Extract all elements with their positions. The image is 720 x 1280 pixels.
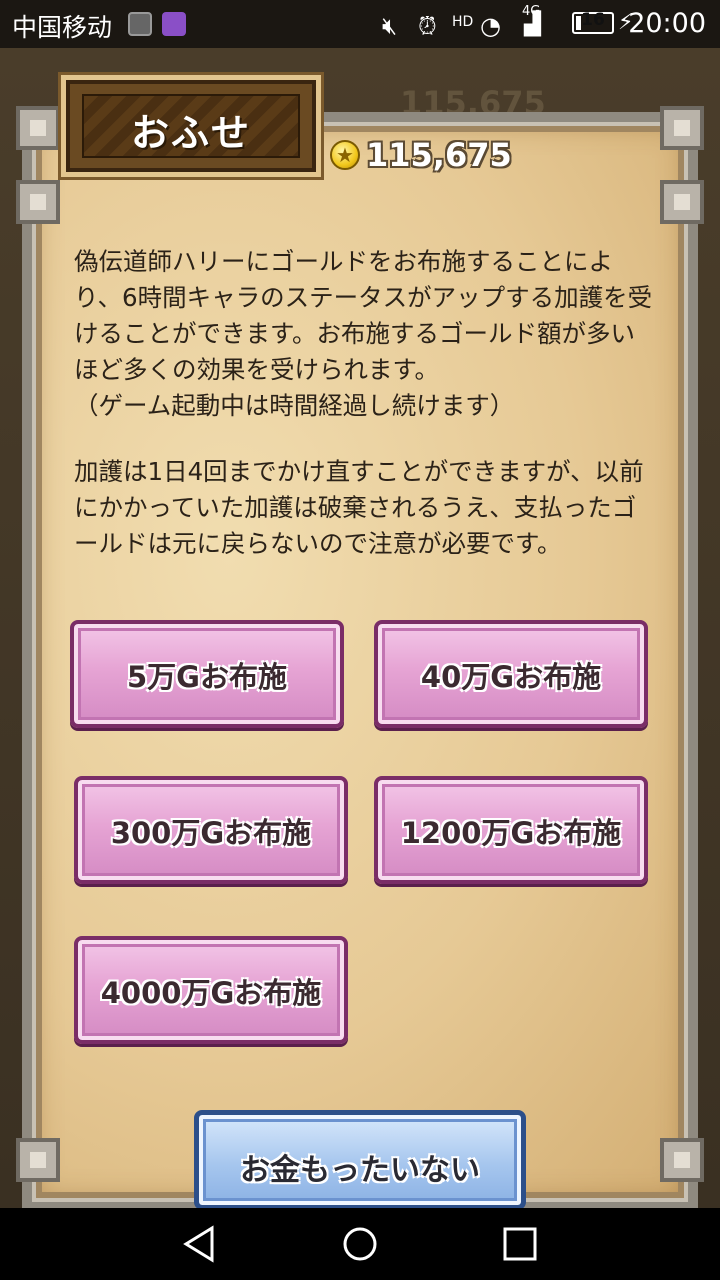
cancel-button-label: お金もったいない — [240, 1153, 480, 1188]
panel-corner-top-right — [660, 106, 704, 150]
hd-badge: HD — [452, 14, 474, 30]
carrier-name: 中国移动 — [12, 13, 113, 42]
mute-icon: 🔇︎ — [382, 12, 398, 40]
signal-icon: ▟ — [524, 12, 541, 37]
offer-button-label: 1200万Gお布施 — [400, 816, 622, 850]
panel-corner-bottom-left — [16, 1138, 60, 1182]
offer-button-400k[interactable]: 40万Gお布施 — [374, 620, 648, 728]
recent-apps-icon[interactable] — [500, 1224, 540, 1264]
back-icon[interactable] — [180, 1224, 220, 1264]
description-paragraph-1: 偽伝道師ハリーにゴールドをお布施することにより、6時間キャラのステータスがアップ… — [74, 247, 653, 420]
status-bar: 中国移动 🔇︎ ⏰︎ HD ◔ 4G ▟ 16 ⚡︎ 20:00 — [0, 0, 720, 48]
offer-button-label: 40万Gお布施 — [420, 660, 602, 694]
home-icon[interactable] — [340, 1224, 380, 1264]
battery-icon: 16 — [572, 10, 614, 34]
wifi-icon: ◔ — [480, 12, 501, 40]
offer-button-3m[interactable]: 300万Gお布施 — [74, 776, 348, 884]
title-plate: おふせ — [66, 80, 316, 172]
gold-amount: 115,675 — [366, 136, 512, 174]
gold-coin-icon: ★ — [330, 140, 360, 170]
battery-level: 16 — [581, 10, 605, 30]
cancel-button[interactable]: お金もったいない — [194, 1110, 526, 1210]
offer-button-40m[interactable]: 4000万Gお布施 — [74, 936, 348, 1044]
panel-corner-top-left — [16, 106, 60, 150]
navigation-bar — [0, 1208, 720, 1280]
offer-button-12m[interactable]: 1200万Gお布施 — [374, 776, 648, 884]
offer-button-label: 300万Gお布施 — [110, 816, 312, 850]
dialog-title: おふせ — [130, 111, 251, 155]
notification-app-icon — [128, 12, 152, 36]
panel-corner-mid-left — [16, 180, 60, 224]
offer-button-label: 5万Gお布施 — [127, 660, 287, 694]
alarm-icon: ⏰︎ — [418, 12, 437, 40]
panel-corner-mid-right — [660, 180, 704, 224]
offer-button-label: 4000万Gお布施 — [100, 976, 322, 1010]
panel-corner-bottom-right — [660, 1138, 704, 1182]
notification-gallery-icon — [162, 12, 186, 36]
description-paragraph-2: 加護は1日4回までかけ直すことができますが、以前にかかっていた加護は破棄されるう… — [74, 457, 644, 558]
clock: 20:00 — [628, 8, 706, 39]
offer-button-50k[interactable]: 5万Gお布施 — [70, 620, 344, 728]
